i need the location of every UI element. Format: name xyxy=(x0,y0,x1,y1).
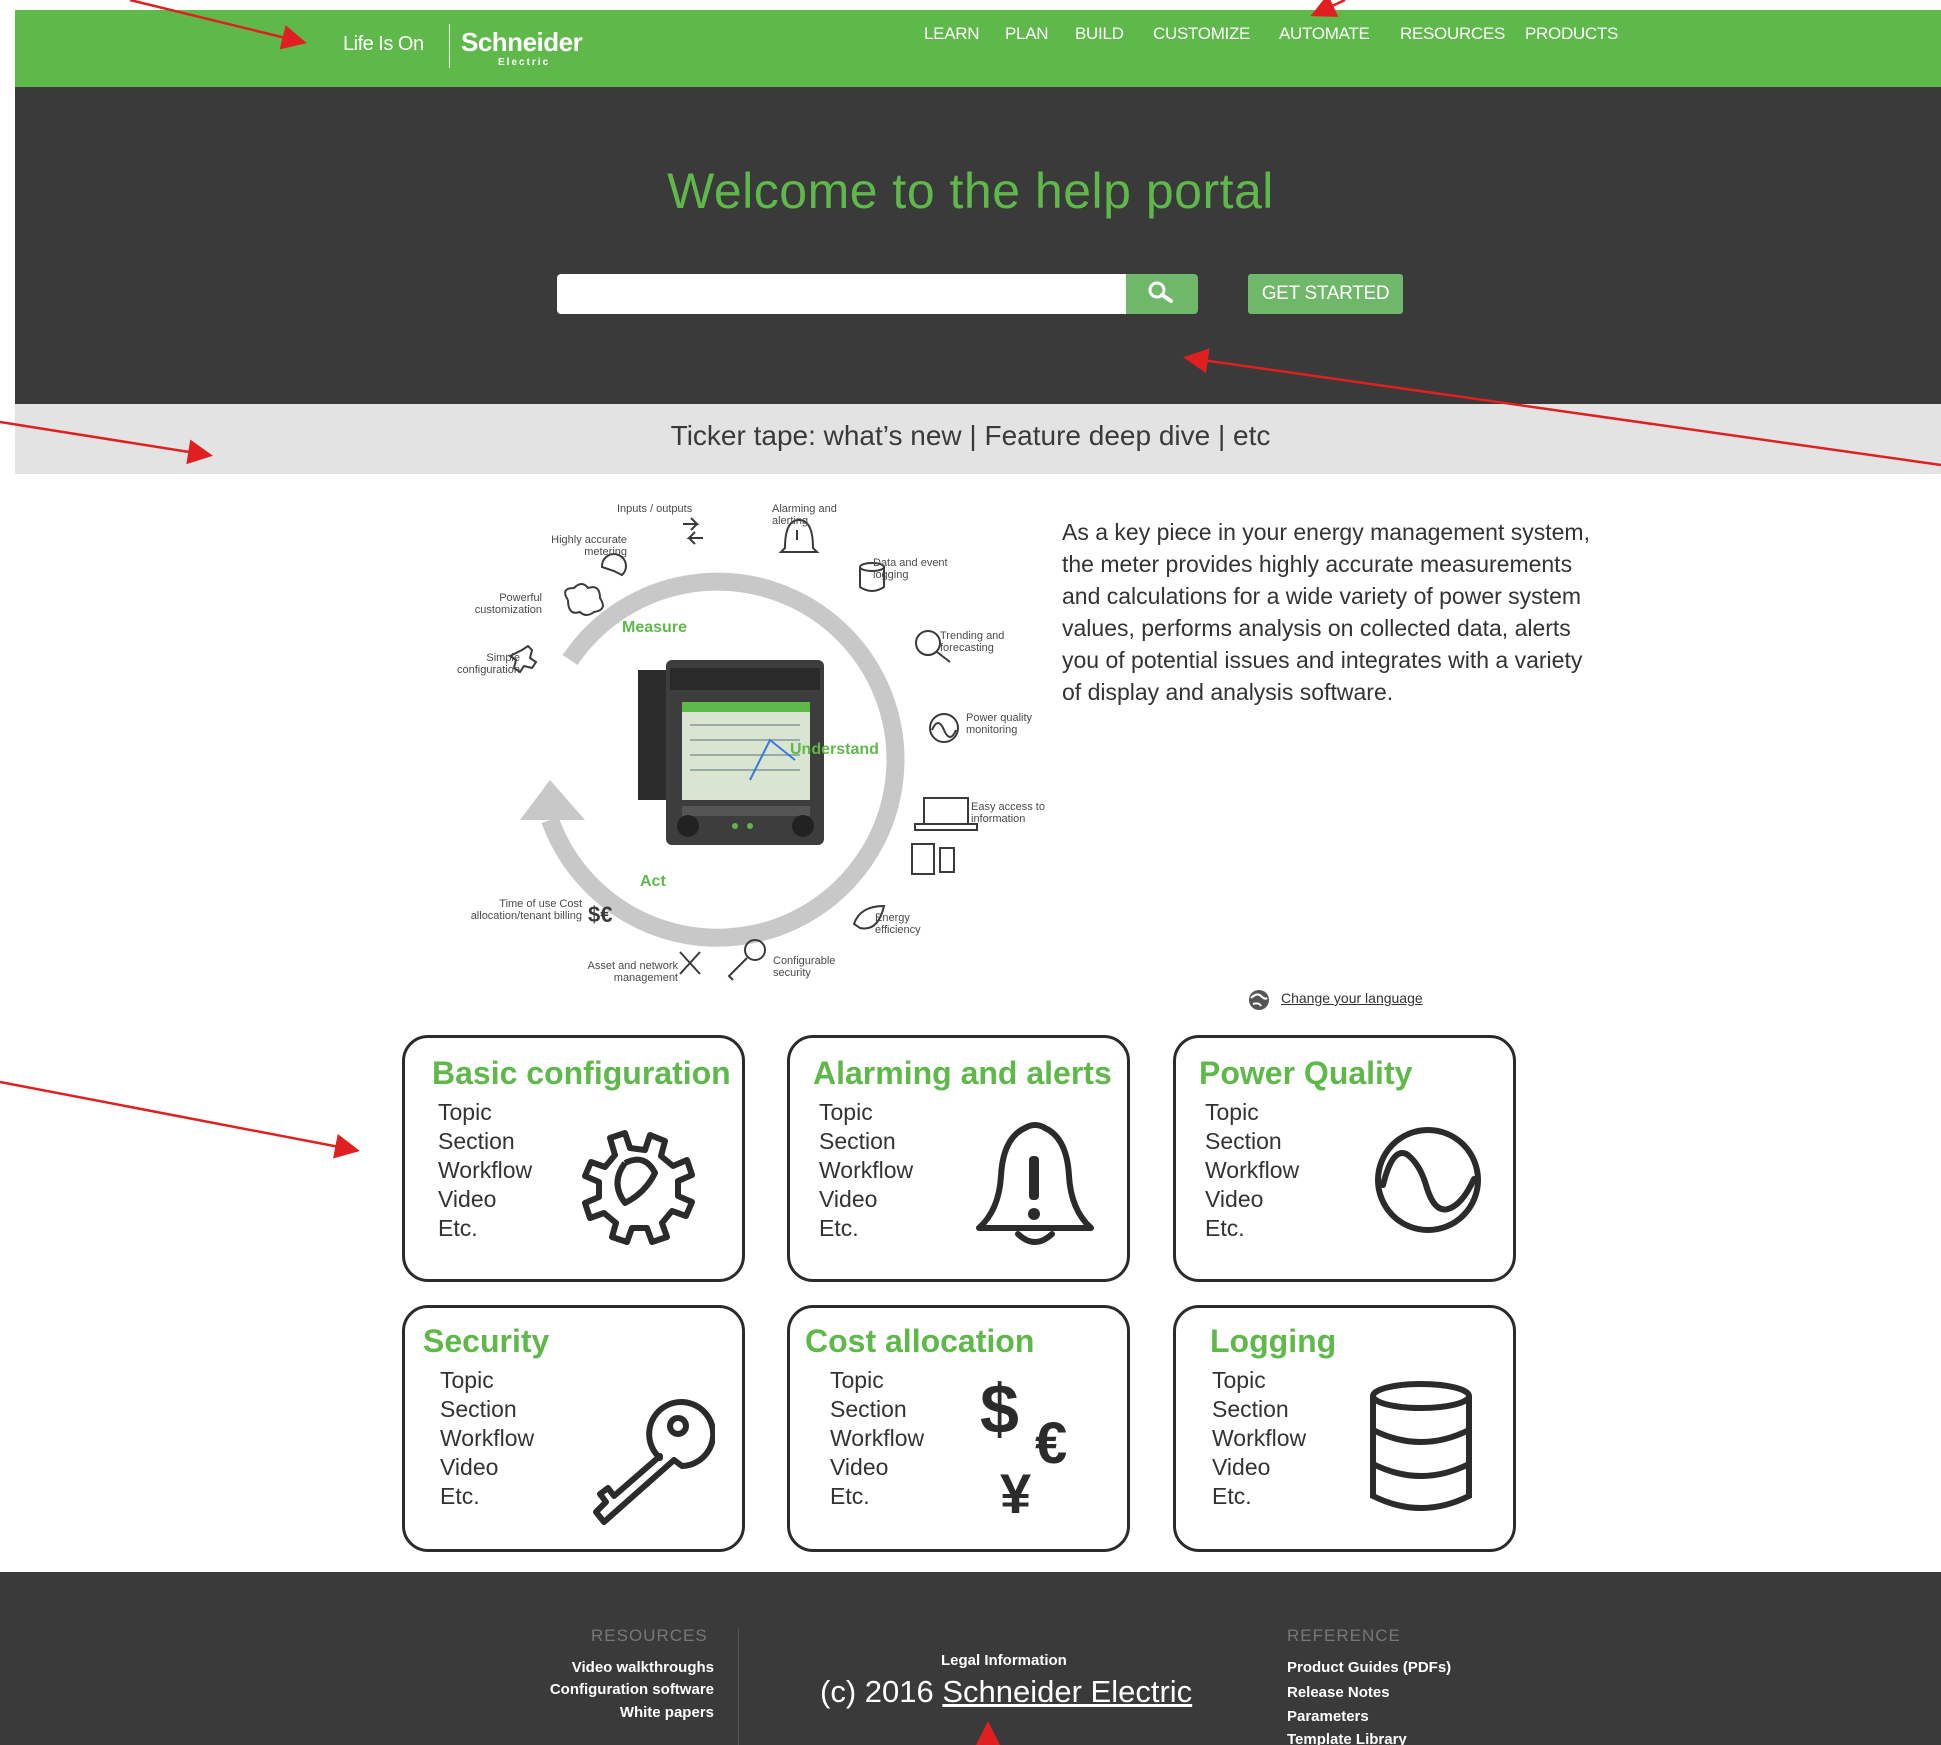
annotation-arrow-logo xyxy=(129,0,307,50)
annotation-arrow-ticker xyxy=(0,420,213,465)
annotation-arrow-nav xyxy=(1310,0,1346,17)
annotation-arrows xyxy=(0,0,1941,1745)
annotation-arrow-cards xyxy=(0,1080,360,1159)
annotation-arrow-search xyxy=(1183,348,1941,467)
